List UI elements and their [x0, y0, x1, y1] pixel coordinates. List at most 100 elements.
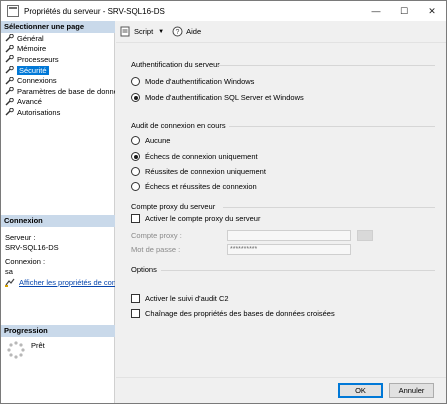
script-icon [120, 26, 130, 37]
proxy-account-label: Compte proxy : [131, 231, 182, 240]
select-page-header: Sélectionner une page [1, 21, 115, 33]
left-panel: Sélectionner une page Général Mémoire Proc… [1, 21, 115, 403]
help-button[interactable]: ? Aide [172, 26, 201, 37]
audit-option-radio[interactable]: Échecs et réussites de connexion [131, 182, 257, 191]
dialog-button-bar: OK Annuler [116, 377, 446, 403]
page-item[interactable]: Autorisations [1, 107, 115, 118]
connection-properties-icon [5, 278, 15, 287]
c2-audit-checkbox[interactable]: Activer le suivi d'audit C2 [131, 294, 229, 303]
audit-option-radio-indicator [131, 167, 140, 176]
page-list: Général Mémoire Processeurs Sécurité Connexi… [1, 33, 115, 118]
page-item[interactable]: Avancé [1, 97, 115, 108]
progress-status: Prêt [7, 341, 45, 359]
page-item[interactable]: Général [1, 33, 115, 44]
auth-mixed-label: Mode d'authentification SQL Server et Wi… [145, 93, 304, 102]
help-icon: ? [172, 26, 183, 37]
security-page: Authentification du serveur Mode d'authe… [117, 45, 446, 377]
wrench-icon [5, 66, 14, 74]
cross-db-chaining-checkbox[interactable]: Chaînage des propriétés des bases de don… [131, 309, 335, 318]
page-item[interactable]: Paramètres de base de données [1, 86, 115, 97]
auth-mixed-radio-indicator [131, 93, 140, 102]
progress-header: Progression [1, 325, 115, 337]
wrench-icon [5, 34, 14, 42]
cross-db-chaining-checkbox-box [131, 309, 140, 318]
audit-option-radio[interactable]: Réussites de connexion uniquement [131, 167, 266, 176]
audit-option-radio-indicator [131, 182, 140, 191]
view-connection-properties-label: Afficher les propriétés de connexion [19, 278, 115, 287]
close-button[interactable]: ✕ [418, 1, 446, 21]
page-item[interactable]: Sécurité [1, 65, 115, 76]
view-connection-properties-link[interactable]: Afficher les propriétés de connexion [5, 278, 115, 287]
options-group-title: Options [131, 265, 157, 274]
audit-option-radio-indicator [131, 136, 140, 145]
page-item-label: Processeurs [17, 54, 59, 64]
audit-option-label: Échecs et réussites de connexion [145, 182, 257, 191]
audit-option-label: Aucune [145, 136, 171, 145]
connection-header: Connexion [1, 215, 115, 227]
page-item[interactable]: Connexions [1, 75, 115, 86]
page-item[interactable]: Mémoire [1, 44, 115, 55]
svg-text:?: ? [176, 29, 180, 36]
page-item[interactable]: Processeurs [1, 54, 115, 65]
audit-option-label: Réussites de connexion uniquement [145, 167, 266, 176]
toolbar: Script ▼ ? Aide [116, 21, 446, 43]
audit-group-title: Audit de connexion en cours [131, 121, 226, 130]
script-button[interactable]: Script ▼ [120, 26, 164, 37]
wrench-icon [5, 55, 14, 63]
server-properties-dialog: Propriétés du serveur - SRV-SQL16-DS — ☐… [0, 0, 447, 404]
wrench-icon [5, 97, 14, 106]
audit-option-radio[interactable]: Échecs de connexion uniquement [131, 152, 258, 161]
server-value: SRV-SQL16-DS [5, 242, 59, 252]
wrench-icon [5, 44, 14, 53]
ok-button[interactable]: OK [338, 383, 383, 398]
proxy-password-label: Mot de passe : [131, 245, 181, 254]
window-icon [7, 5, 19, 17]
proxy-group-divider [223, 207, 435, 208]
title-bar[interactable]: Propriétés du serveur - SRV-SQL16-DS — ☐… [1, 1, 446, 21]
auth-windows-label: Mode d'authentification Windows [145, 77, 255, 86]
page-item-label: Avancé [17, 97, 42, 107]
auth-windows-radio-indicator [131, 77, 140, 86]
enable-proxy-label: Activer le compte proxy du serveur [145, 214, 261, 223]
enable-proxy-checkbox-box [131, 214, 140, 223]
connection-label: Connexion : [5, 257, 46, 266]
connection-info: Serveur : SRV-SQL16-DS Connexion : sa [5, 233, 59, 276]
page-item-label: Mémoire [17, 44, 47, 54]
wrench-icon [5, 76, 14, 85]
audit-group-divider [229, 126, 435, 127]
maximize-button[interactable]: ☐ [390, 1, 418, 21]
cross-db-chaining-label: Chaînage des propriétés des bases de don… [145, 309, 335, 318]
proxy-group-title: Compte proxy du serveur [131, 202, 216, 211]
enable-proxy-checkbox[interactable]: Activer le compte proxy du serveur [131, 214, 260, 223]
audit-option-label: Échecs de connexion uniquement [145, 152, 258, 161]
proxy-account-browse-button[interactable] [357, 230, 373, 241]
minimize-button[interactable]: — [362, 1, 390, 21]
window-title: Propriétés du serveur - SRV-SQL16-DS [24, 6, 165, 16]
help-label: Aide [186, 27, 202, 36]
audit-option-radio[interactable]: Aucune [131, 136, 170, 145]
auth-windows-radio[interactable]: Mode d'authentification Windows [131, 77, 254, 86]
c2-audit-checkbox-box [131, 294, 140, 303]
c2-audit-label: Activer le suivi d'audit C2 [145, 294, 229, 303]
audit-option-radio-indicator [131, 152, 140, 161]
wrench-icon [5, 87, 14, 95]
options-group-divider [161, 270, 435, 271]
page-item-label: Connexions [17, 76, 57, 86]
proxy-password-input[interactable]: ********** [227, 244, 351, 255]
window-controls: — ☐ ✕ [362, 1, 446, 21]
proxy-account-input[interactable] [227, 230, 351, 241]
chevron-down-icon: ▼ [158, 28, 165, 35]
progress-status-text: Prêt [31, 341, 45, 350]
connection-value: sa [5, 266, 13, 276]
page-item-label: Sécurité [17, 65, 49, 75]
auth-group-title: Authentification du serveur [131, 60, 220, 69]
script-label: Script [134, 27, 154, 36]
page-item-label: Autorisations [17, 107, 61, 117]
page-item-label: Paramètres de base de données [17, 86, 115, 96]
auth-mixed-radio[interactable]: Mode d'authentification SQL Server et Wi… [131, 93, 304, 102]
cancel-button[interactable]: Annuler [389, 383, 434, 398]
wrench-icon [5, 108, 14, 116]
progress-spinner-icon [7, 341, 25, 359]
page-item-label: Général [17, 33, 44, 43]
server-label: Serveur : [5, 233, 36, 242]
